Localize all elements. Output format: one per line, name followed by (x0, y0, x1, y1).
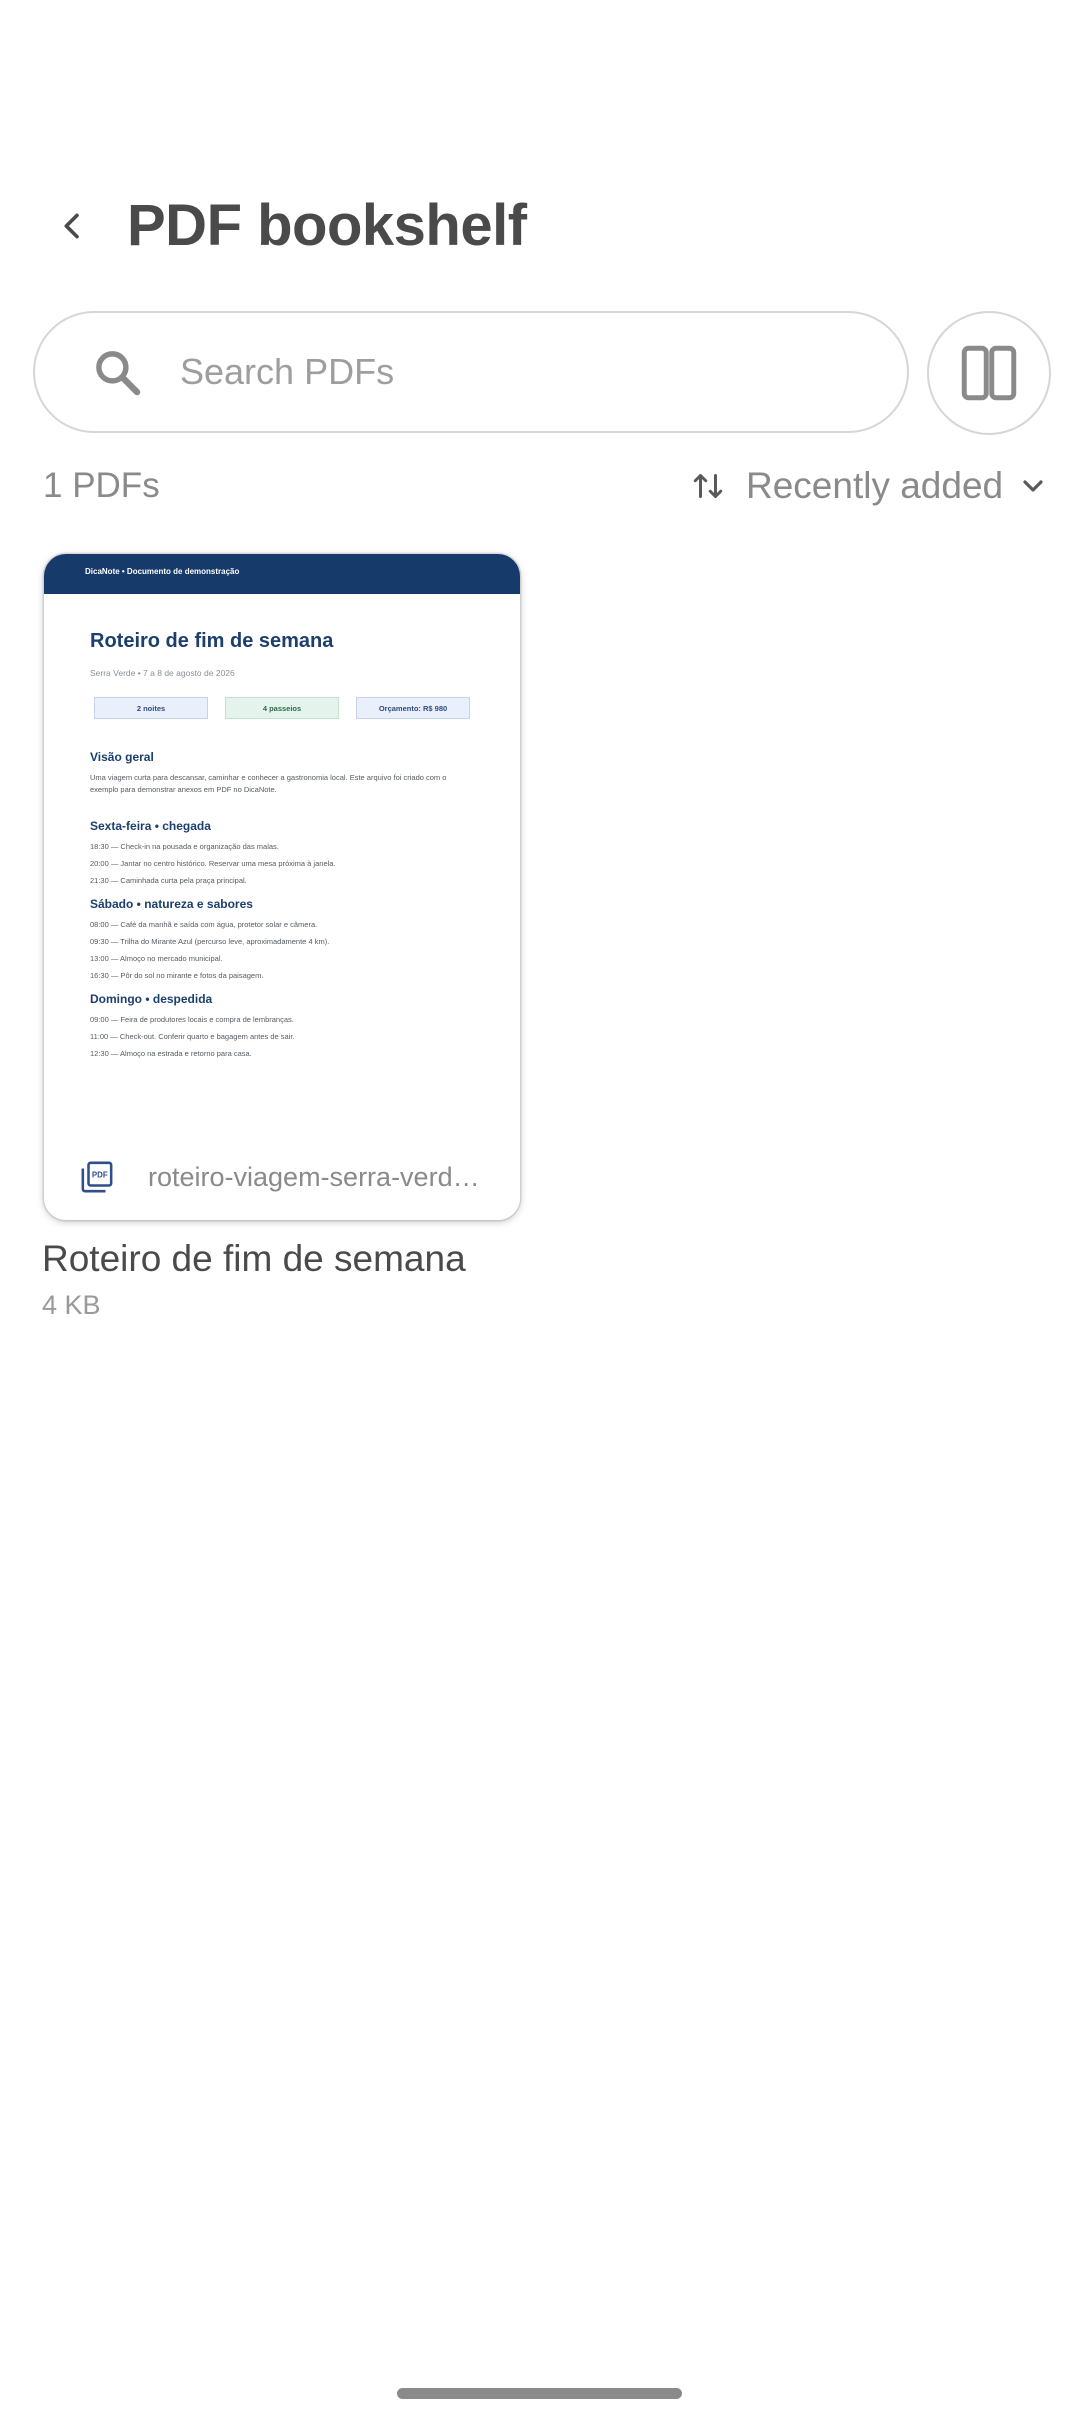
home-indicator[interactable] (397, 2388, 682, 2399)
pdf-title[interactable]: Roteiro de fim de semana (42, 1238, 466, 1280)
thumbnail-line: 08:00 — Café da manhã e saída com água, … (90, 920, 318, 929)
search-input[interactable]: Search PDFs (33, 311, 909, 433)
thumbnail-line: 18:30 — Check-in na pousada e organizaçã… (90, 842, 279, 851)
thumbnail-line: 16:30 — Pôr do sol no mirante e fotos da… (90, 971, 264, 980)
search-placeholder: Search PDFs (180, 351, 395, 392)
thumbnail-subtitle: Serra Verde • 7 a 8 de agosto de 2026 (90, 668, 235, 678)
thumbnail-line: 09:00 — Feira de produtores locais e com… (90, 1015, 294, 1024)
search-icon (96, 351, 141, 396)
pdf-file-name: roteiro-viagem-serra-verde.pdf (148, 1162, 488, 1192)
pdf-bookshelf-screen: PDF bookshelf Search PDFs 1 PDFs Recentl… (0, 0, 1080, 2424)
thumbnail-chip: Orçamento: R$ 980 (356, 697, 470, 719)
thumbnail-title: Roteiro de fim de semana (90, 630, 334, 652)
chevron-down-icon (1023, 480, 1043, 492)
thumbnail-chip: 2 noites (94, 697, 208, 719)
pdf-card-footer: PDF roteiro-viagem-serra-verde.pdf (44, 1138, 520, 1220)
page-title: PDF bookshelf (127, 193, 527, 258)
sort-arrows-icon (693, 474, 723, 498)
svg-text:PDF: PDF (92, 1171, 108, 1180)
thumbnail-header-bar: DicaNote • Documento de demonstração (44, 554, 520, 594)
sort-label: Recently added (746, 465, 1004, 506)
thumbnail-line: 20:00 — Jantar no centro histórico. Rese… (90, 859, 336, 868)
thumbnail-line: 21:30 — Caminhada curta pela praça princ… (90, 876, 247, 885)
pdf-card[interactable]: DicaNote • Documento de demonstração Rot… (44, 554, 520, 1220)
app-bar: PDF bookshelf (0, 180, 1080, 270)
pdf-count: 1 PDFs (43, 466, 160, 505)
thumbnail-section-heading: Sábado • natureza e sabores (90, 897, 253, 911)
thumbnail-section-heading: Domingo • despedida (90, 992, 213, 1006)
pdf-file-icon: PDF (81, 1161, 113, 1193)
thumbnail-chip: 4 passeios (225, 697, 339, 719)
thumbnail-line: Uma viagem curta para descansar, caminha… (90, 773, 447, 782)
arrow-back-icon (64, 213, 79, 239)
split-view-icon (961, 345, 1017, 401)
thumbnail-line: 09:30 — Trilha do Mirante Azul (percurso… (90, 937, 330, 946)
thumbnail-header-text: DicaNote • Documento de demonstração (85, 567, 240, 576)
thumbnail-section-heading: Visão geral (90, 750, 154, 764)
thumbnail-line: 13:00 — Almoço no mercado municipal. (90, 954, 223, 963)
thumbnail-line: 11:00 — Check-out. Conferir quarto e bag… (90, 1032, 295, 1041)
back-button[interactable] (40, 194, 104, 258)
thumbnail-line: exemplo para demonstrar anexos em PDF no… (90, 785, 277, 794)
layout-toggle-button[interactable] (927, 311, 1051, 435)
pdf-thumbnail: DicaNote • Documento de demonstração Rot… (44, 554, 520, 1220)
pdf-file-size: 4 KB (42, 1290, 101, 1320)
thumbnail-line: 12:30 — Almoço na estrada e retorno para… (90, 1049, 252, 1058)
thumbnail-section-heading: Sexta-feira • chegada (90, 819, 211, 833)
sort-dropdown[interactable]: Recently added (690, 458, 1049, 514)
